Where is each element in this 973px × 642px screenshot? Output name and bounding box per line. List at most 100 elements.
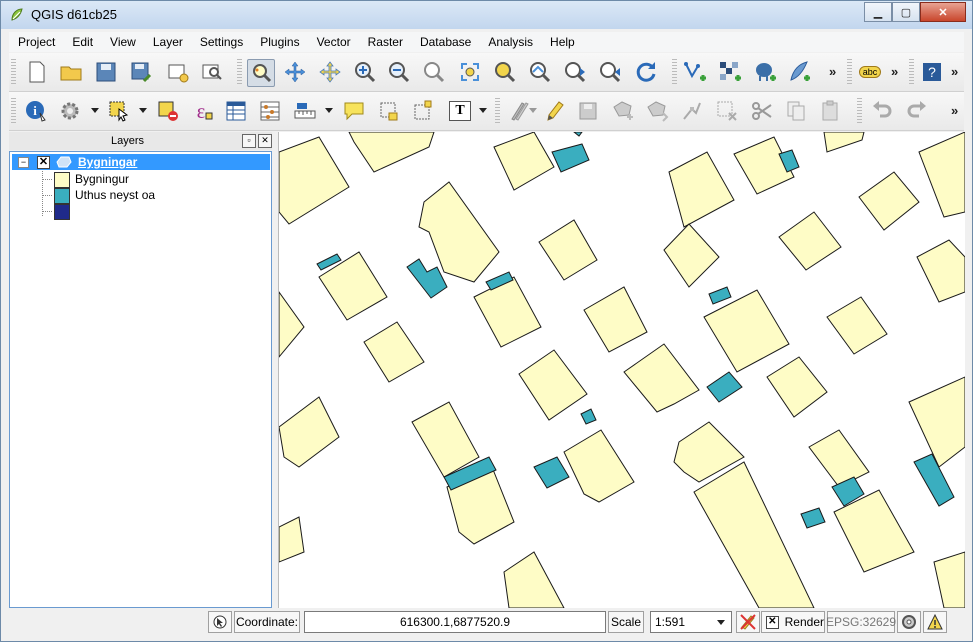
outbuilding xyxy=(706,371,743,403)
new-print-composer-button[interactable] xyxy=(164,59,190,85)
open-project-button[interactable] xyxy=(58,59,84,85)
main-toolbar: » abc » ? » xyxy=(9,53,964,92)
toolbar-overflow[interactable]: » xyxy=(951,64,958,79)
scale-combobox[interactable]: 1:591 xyxy=(650,611,732,633)
select-by-expression-button[interactable]: ε xyxy=(189,98,215,124)
zoom-actual-size-button[interactable] xyxy=(421,59,447,85)
deselect-features-button[interactable] xyxy=(155,98,181,124)
save-as-button[interactable] xyxy=(128,59,154,85)
toolbar-grip[interactable] xyxy=(11,59,16,85)
panel-float-button[interactable]: ▫ xyxy=(242,134,256,148)
zoom-full-button[interactable] xyxy=(457,59,483,85)
crs-projection-button[interactable] xyxy=(897,611,921,633)
new-bookmark-button[interactable] xyxy=(376,98,402,124)
menu-settings[interactable]: Settings xyxy=(191,32,251,52)
toolbar-grip[interactable] xyxy=(11,98,16,124)
zoom-to-selection-button[interactable] xyxy=(492,59,518,85)
edits-dropdown-arrow[interactable] xyxy=(529,108,537,113)
layer-row-bygningar[interactable]: − ✕ Bygningar xyxy=(12,154,270,170)
render-toggle[interactable]: ✕ Render xyxy=(761,611,825,633)
new-project-button[interactable] xyxy=(24,59,50,85)
map-features[interactable] xyxy=(279,132,965,608)
toolbar-grip[interactable] xyxy=(237,59,242,85)
menu-help[interactable]: Help xyxy=(541,32,583,52)
zoom-in-button[interactable] xyxy=(352,59,378,85)
menu-view[interactable]: View xyxy=(101,32,144,52)
measure-button[interactable] xyxy=(292,98,318,124)
toggle-editing-button[interactable] xyxy=(541,98,567,124)
add-raster-layer-button[interactable] xyxy=(717,59,743,85)
menu-layer[interactable]: Layer xyxy=(144,32,191,52)
toolbar-grip[interactable] xyxy=(909,59,914,85)
toolbar-grip[interactable] xyxy=(847,59,852,85)
menu-vector[interactable]: Vector xyxy=(308,32,359,52)
save-edits-button[interactable] xyxy=(575,98,601,124)
scale-label: Scale xyxy=(608,611,644,633)
toolbar-overflow[interactable]: » xyxy=(951,103,958,118)
toolbar-grip[interactable] xyxy=(857,98,862,124)
stop-render-button[interactable] xyxy=(736,611,760,633)
refresh-button[interactable] xyxy=(633,59,659,85)
menu-project[interactable]: Project xyxy=(9,32,63,52)
show-bookmarks-button[interactable] xyxy=(410,98,436,124)
action-dropdown-arrow[interactable] xyxy=(91,108,99,113)
close-button[interactable]: ✕ xyxy=(920,2,966,22)
help-button[interactable]: ? xyxy=(919,59,945,85)
map-tips-button[interactable] xyxy=(341,98,367,124)
composer-manager-button[interactable] xyxy=(198,59,224,85)
text-annotation-button[interactable]: T xyxy=(447,98,473,124)
add-vector-layer-button[interactable] xyxy=(682,59,708,85)
pan-map-button[interactable] xyxy=(247,59,275,87)
label-tool-button[interactable]: abc xyxy=(857,59,883,85)
current-edits-button[interactable] xyxy=(505,98,531,124)
node-tool-button[interactable] xyxy=(679,98,705,124)
pan-to-selection-button[interactable] xyxy=(317,59,343,85)
save-project-button[interactable] xyxy=(93,59,119,85)
copy-features-button[interactable] xyxy=(783,98,809,124)
layer-name[interactable]: Bygningar xyxy=(78,155,137,169)
layer-expander[interactable]: − xyxy=(18,157,29,168)
identify-button[interactable]: i xyxy=(23,98,49,124)
annotation-dropdown-arrow[interactable] xyxy=(479,108,487,113)
menu-raster[interactable]: Raster xyxy=(359,32,411,52)
panel-close-button[interactable]: ✕ xyxy=(258,134,272,148)
menu-edit[interactable]: Edit xyxy=(63,32,101,52)
building xyxy=(279,396,340,468)
zoom-out-button[interactable] xyxy=(386,59,412,85)
move-feature-button[interactable] xyxy=(644,98,670,124)
render-checkbox[interactable]: ✕ xyxy=(766,615,779,629)
paste-features-button[interactable] xyxy=(818,98,844,124)
zoom-to-layer-button[interactable] xyxy=(527,59,553,85)
coordinate-toggle-button[interactable] xyxy=(208,611,232,633)
redo-button[interactable] xyxy=(904,98,930,124)
layer-visibility-checkbox[interactable]: ✕ xyxy=(37,156,50,169)
menu-database[interactable]: Database xyxy=(411,32,479,52)
attribute-table-button[interactable] xyxy=(223,98,249,124)
zoom-next-button[interactable] xyxy=(597,59,623,85)
messages-button[interactable] xyxy=(923,611,947,633)
toolbar-grip[interactable] xyxy=(495,98,500,124)
delete-selected-button[interactable] xyxy=(714,98,740,124)
run-action-button[interactable] xyxy=(57,98,83,124)
pan-button[interactable] xyxy=(282,59,308,85)
add-postgis-layer-button[interactable] xyxy=(752,59,778,85)
select-features-button[interactable] xyxy=(106,98,132,124)
add-feature-button[interactable] xyxy=(610,98,636,124)
menu-analysis[interactable]: Analysis xyxy=(479,32,541,52)
cut-features-button[interactable] xyxy=(749,98,775,124)
toolbar-grip[interactable] xyxy=(672,59,677,85)
menu-plugins[interactable]: Plugins xyxy=(251,32,307,52)
zoom-last-button[interactable] xyxy=(562,59,588,85)
minimize-button[interactable]: ▁ xyxy=(864,2,892,22)
crs-status[interactable]: EPSG:32629 xyxy=(826,611,896,633)
toolbar-overflow[interactable]: » xyxy=(829,64,836,79)
new-shapefile-button[interactable] xyxy=(786,59,812,85)
toolbar-overflow[interactable]: » xyxy=(891,64,898,79)
select-dropdown-arrow[interactable] xyxy=(139,108,147,113)
map-canvas[interactable] xyxy=(278,132,965,608)
field-calculator-button[interactable] xyxy=(257,98,283,124)
undo-button[interactable] xyxy=(869,98,895,124)
measure-dropdown-arrow[interactable] xyxy=(325,108,333,113)
coordinate-field[interactable]: 616300.1,6877520.9 xyxy=(304,611,606,633)
maximize-button[interactable]: ▢ xyxy=(892,2,920,22)
